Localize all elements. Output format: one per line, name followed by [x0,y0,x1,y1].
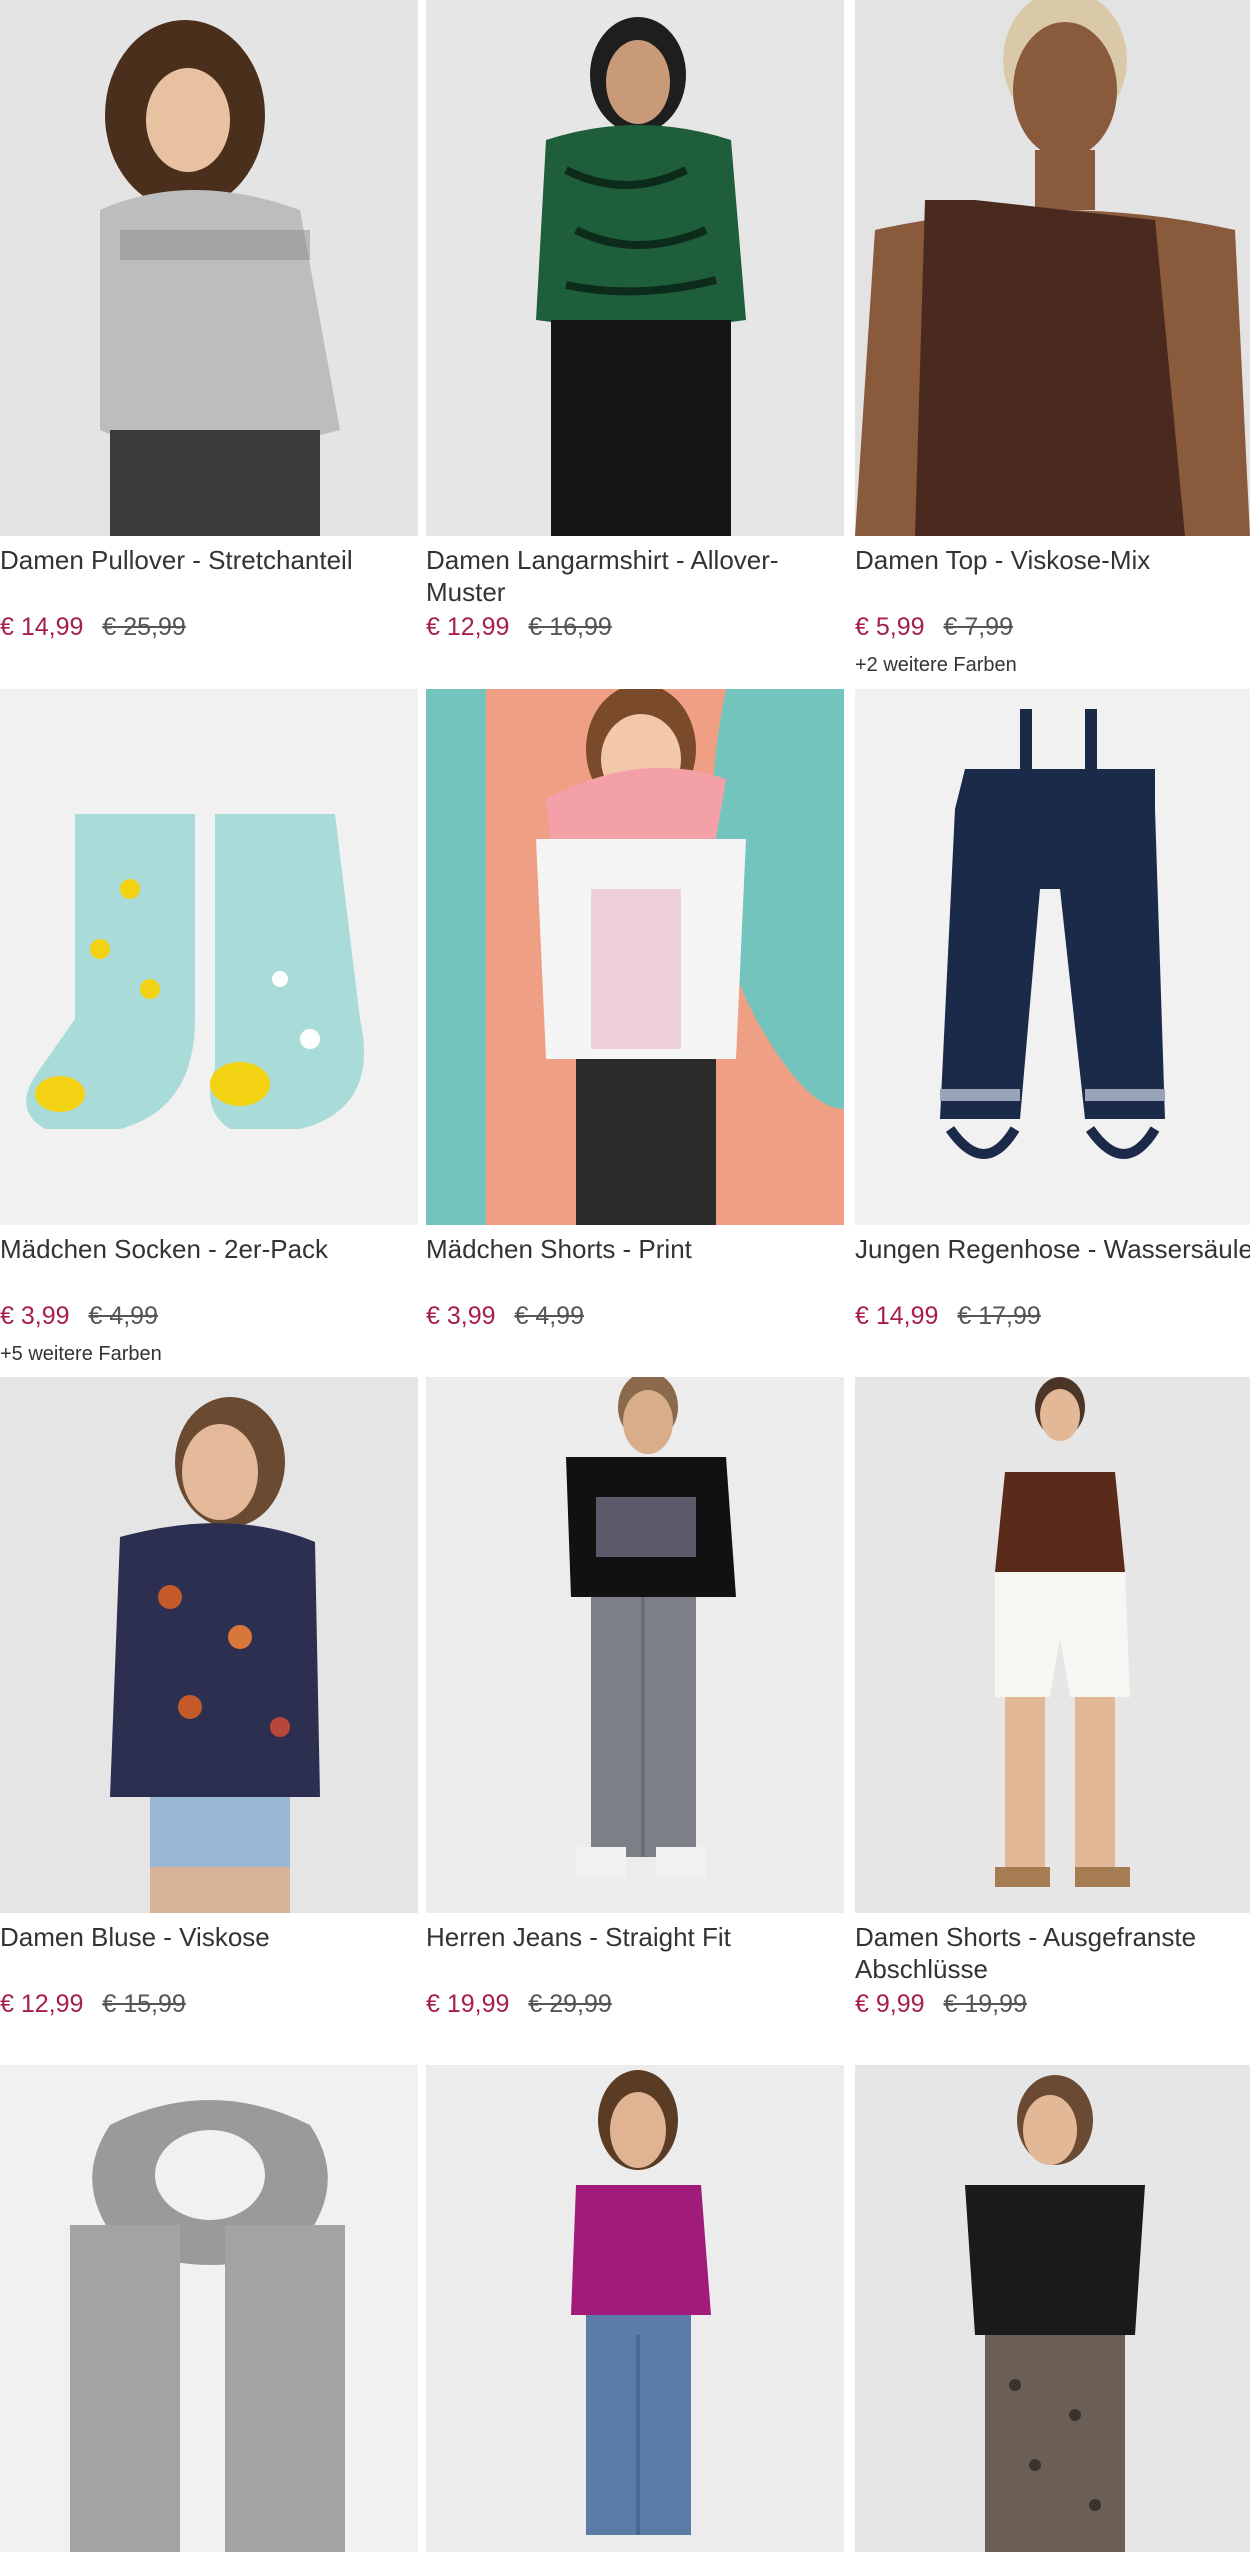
product-image[interactable] [426,689,844,1225]
product-card[interactable] [855,2065,1250,2552]
product-card[interactable] [0,2065,418,2552]
product-name[interactable]: Damen Shorts - Ausgefranste Abschlüsse [855,1921,1250,1985]
product-card[interactable]: Mädchen Shorts - Print € 3,99 € 4,99 [426,689,844,1330]
product-prices: € 3,99 € 4,99 [0,1301,158,1331]
product-prices: € 12,99 € 16,99 [426,612,612,642]
product-name[interactable]: Damen Bluse - Viskose [0,1921,418,1953]
product-image[interactable] [426,1377,844,1913]
product-name[interactable]: Damen Pullover - Stretchanteil [0,544,418,576]
product-image[interactable] [0,2065,418,2552]
product-prices: € 3,99 € 4,99 [426,1301,584,1331]
sale-price: € 9,99 [855,1990,925,2018]
product-name[interactable]: Damen Langarmshirt - Allover-Muster [426,544,844,608]
product-prices: € 19,99 € 29,99 [426,1989,612,2019]
product-card[interactable] [426,2065,844,2552]
product-image[interactable] [0,689,418,1225]
product-card[interactable]: Damen Top - Viskose-Mix € 5,99 € 7,99 +2… [855,0,1250,676]
sale-price: € 3,99 [426,1302,496,1330]
sale-price: € 5,99 [855,613,925,641]
product-image[interactable] [426,0,844,536]
product-card[interactable]: Herren Jeans - Straight Fit € 19,99 € 29… [426,1377,844,2018]
sale-price: € 14,99 [855,1302,939,1330]
product-image[interactable] [426,2065,844,2552]
product-name[interactable]: Damen Top - Viskose-Mix [855,544,1250,576]
original-price: € 4,99 [88,1302,158,1330]
sale-price: € 19,99 [426,1990,510,2018]
product-image[interactable] [0,0,418,536]
product-card[interactable]: Damen Langarmshirt - Allover-Muster € 12… [426,0,844,641]
sale-price: € 12,99 [0,1990,84,2018]
product-name[interactable]: Mädchen Shorts - Print [426,1233,844,1265]
product-card[interactable]: Mädchen Socken - 2er-Pack € 3,99 € 4,99 … [0,689,418,1365]
product-card[interactable]: Damen Shorts - Ausgefranste Abschlüsse €… [855,1377,1250,2018]
product-card[interactable]: Jungen Regenhose - Wassersäule € 14,99 €… [855,689,1250,1330]
original-price: € 15,99 [102,1990,186,2018]
product-image[interactable] [0,1377,418,1913]
more-colors-label[interactable]: +5 weitere Farben [0,1343,162,1366]
original-price: € 16,99 [528,613,612,641]
sale-price: € 12,99 [426,613,510,641]
product-image[interactable] [855,689,1250,1225]
original-price: € 29,99 [528,1990,612,2018]
sale-price: € 14,99 [0,613,84,641]
product-image[interactable] [855,1377,1250,1913]
product-name[interactable]: Jungen Regenhose - Wassersäule [855,1233,1250,1265]
original-price: € 19,99 [943,1990,1027,2018]
product-image[interactable] [855,2065,1250,2552]
original-price: € 17,99 [957,1302,1041,1330]
original-price: € 25,99 [102,613,186,641]
product-prices: € 9,99 € 19,99 [855,1989,1027,2019]
product-grid: Damen Pullover - Stretchanteil € 14,99 €… [0,0,1250,2552]
product-name[interactable]: Herren Jeans - Straight Fit [426,1921,844,1953]
product-image[interactable] [855,0,1250,536]
original-price: € 4,99 [514,1302,584,1330]
original-price: € 7,99 [943,613,1013,641]
more-colors-label[interactable]: +2 weitere Farben [855,654,1017,677]
product-card[interactable]: Damen Bluse - Viskose € 12,99 € 15,99 [0,1377,418,2018]
product-prices: € 12,99 € 15,99 [0,1989,186,2019]
product-card[interactable]: Damen Pullover - Stretchanteil € 14,99 €… [0,0,418,641]
sale-price: € 3,99 [0,1302,70,1330]
product-prices: € 14,99 € 17,99 [855,1301,1041,1331]
product-prices: € 14,99 € 25,99 [0,612,186,642]
product-prices: € 5,99 € 7,99 [855,612,1013,642]
product-name[interactable]: Mädchen Socken - 2er-Pack [0,1233,418,1265]
